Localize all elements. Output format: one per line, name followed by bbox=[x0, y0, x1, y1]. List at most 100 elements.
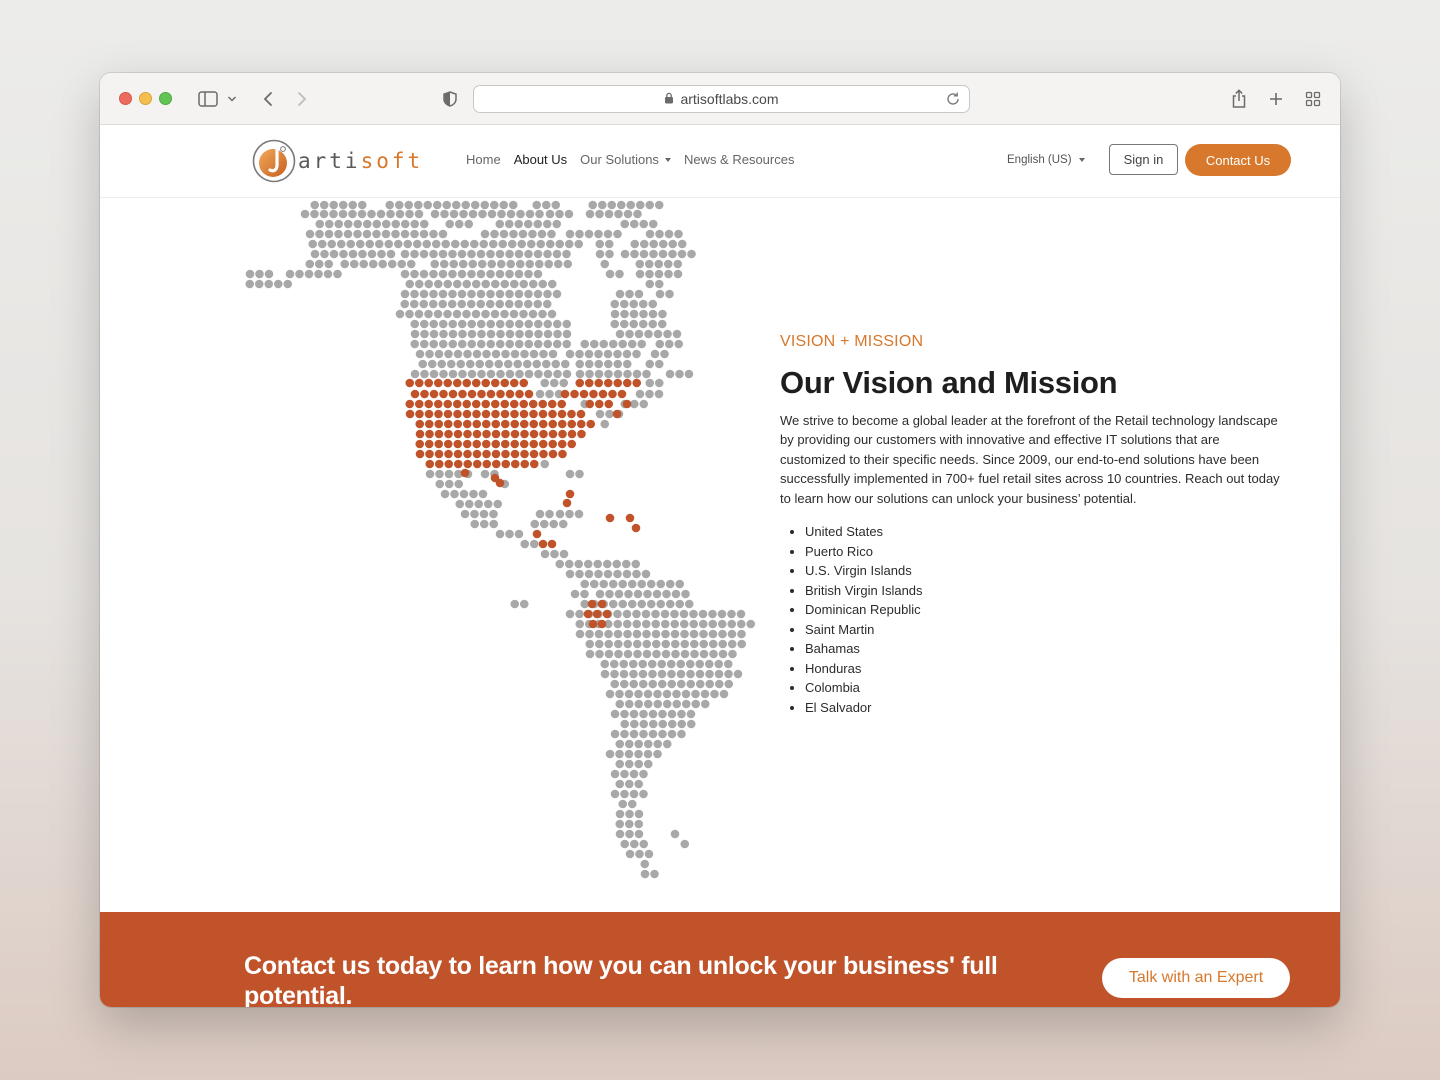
map-dot bbox=[615, 809, 625, 819]
map-dot bbox=[677, 719, 687, 729]
map-dot bbox=[613, 359, 623, 369]
map-dot bbox=[610, 679, 620, 689]
map-dot bbox=[648, 709, 658, 719]
map-dot bbox=[283, 279, 293, 289]
map-dot bbox=[467, 289, 476, 299]
sign-in-button[interactable]: Sign in bbox=[1109, 144, 1178, 175]
map-dot bbox=[624, 689, 634, 699]
map-dot bbox=[605, 749, 615, 759]
map-dot bbox=[615, 739, 625, 749]
map-dot bbox=[467, 389, 477, 399]
share-icon[interactable] bbox=[1227, 86, 1251, 112]
reload-icon[interactable] bbox=[944, 90, 962, 108]
country-item: Puerto Rico bbox=[780, 542, 1285, 562]
map-dot bbox=[348, 209, 357, 219]
map-dot bbox=[619, 299, 629, 309]
chevron-down-icon[interactable] bbox=[224, 86, 240, 112]
map-dot bbox=[482, 349, 491, 359]
map-dot bbox=[632, 609, 641, 619]
map-dot bbox=[424, 399, 434, 409]
map-dot bbox=[514, 529, 524, 539]
map-dot bbox=[400, 299, 410, 309]
map-dot bbox=[515, 329, 524, 339]
map-dot bbox=[529, 539, 539, 549]
map-dot bbox=[539, 449, 548, 459]
map-dot bbox=[543, 249, 552, 259]
map-dot bbox=[329, 249, 339, 259]
map-dot bbox=[639, 709, 648, 719]
map-dot bbox=[391, 229, 400, 239]
map-dot bbox=[529, 409, 538, 419]
language-selector[interactable]: English (US) bbox=[1007, 154, 1085, 166]
map-dot bbox=[540, 378, 550, 388]
artisoft-logo[interactable]: artisoft bbox=[252, 139, 423, 183]
map-dot bbox=[658, 709, 667, 719]
map-dot bbox=[584, 359, 594, 369]
map-dot bbox=[660, 349, 669, 359]
minimize-window-button[interactable] bbox=[139, 92, 152, 105]
map-dot bbox=[538, 439, 548, 449]
map-dot bbox=[597, 599, 607, 609]
map-dot bbox=[565, 229, 575, 239]
close-window-button[interactable] bbox=[119, 92, 132, 105]
map-dot bbox=[480, 469, 490, 479]
logo-wordmark: artisoft bbox=[298, 148, 424, 173]
map-dot bbox=[403, 239, 413, 249]
map-dot bbox=[629, 789, 639, 799]
nav-home-link[interactable]: Home bbox=[466, 152, 501, 167]
map-dot bbox=[565, 489, 575, 499]
map-dot bbox=[619, 669, 629, 679]
map-dot bbox=[516, 209, 525, 219]
contact-us-button[interactable]: Contact Us bbox=[1185, 144, 1291, 176]
map-dot bbox=[549, 378, 559, 388]
map-dot bbox=[505, 329, 515, 339]
tab-grid-icon[interactable] bbox=[1301, 86, 1325, 112]
back-icon[interactable] bbox=[256, 86, 280, 112]
map-dot bbox=[605, 589, 614, 599]
sidebar-icon[interactable] bbox=[196, 86, 220, 112]
map-dot bbox=[634, 289, 644, 299]
map-dot bbox=[405, 279, 415, 289]
map-dot bbox=[438, 299, 448, 309]
map-dot bbox=[690, 649, 699, 659]
map-dot bbox=[642, 369, 651, 379]
map-dot bbox=[562, 329, 572, 339]
map-dot bbox=[405, 409, 415, 419]
map-dot bbox=[564, 209, 574, 219]
forward-icon[interactable] bbox=[290, 86, 314, 112]
map-dot bbox=[632, 349, 641, 359]
map-dot bbox=[646, 579, 656, 589]
talk-with-expert-button[interactable]: Talk with an Expert bbox=[1102, 958, 1290, 998]
map-dot bbox=[613, 629, 623, 639]
map-dot bbox=[639, 219, 649, 229]
map-dot bbox=[451, 200, 461, 210]
map-dot bbox=[314, 269, 323, 279]
map-dot bbox=[623, 629, 632, 639]
map-dot bbox=[495, 249, 505, 259]
shield-icon[interactable] bbox=[438, 86, 462, 112]
map-dot bbox=[458, 369, 467, 379]
map-dot bbox=[472, 409, 481, 419]
map-dot bbox=[462, 419, 472, 429]
map-dot bbox=[545, 509, 554, 519]
map-dot bbox=[588, 200, 598, 210]
nav-our-solutions-dropdown[interactable]: Our Solutions bbox=[580, 152, 671, 167]
map-dot bbox=[420, 389, 429, 399]
map-dot bbox=[585, 209, 595, 219]
map-dot bbox=[691, 689, 700, 699]
map-dot bbox=[490, 229, 499, 239]
zoom-window-button[interactable] bbox=[159, 92, 172, 105]
map-dot bbox=[639, 399, 649, 409]
nav-news-resources-link[interactable]: News & Resources bbox=[684, 152, 795, 167]
address-bar[interactable]: artisoftlabs.com bbox=[473, 85, 970, 113]
plus-icon[interactable] bbox=[1264, 86, 1288, 112]
map-dot bbox=[627, 339, 637, 349]
map-dot bbox=[457, 269, 467, 279]
map-dot bbox=[595, 249, 605, 259]
map-dot bbox=[517, 239, 527, 249]
map-dot bbox=[644, 259, 654, 269]
map-dot bbox=[557, 409, 567, 419]
map-dot bbox=[419, 269, 429, 279]
nav-about-us-link[interactable]: About Us bbox=[514, 152, 567, 167]
map-dot bbox=[501, 429, 510, 439]
